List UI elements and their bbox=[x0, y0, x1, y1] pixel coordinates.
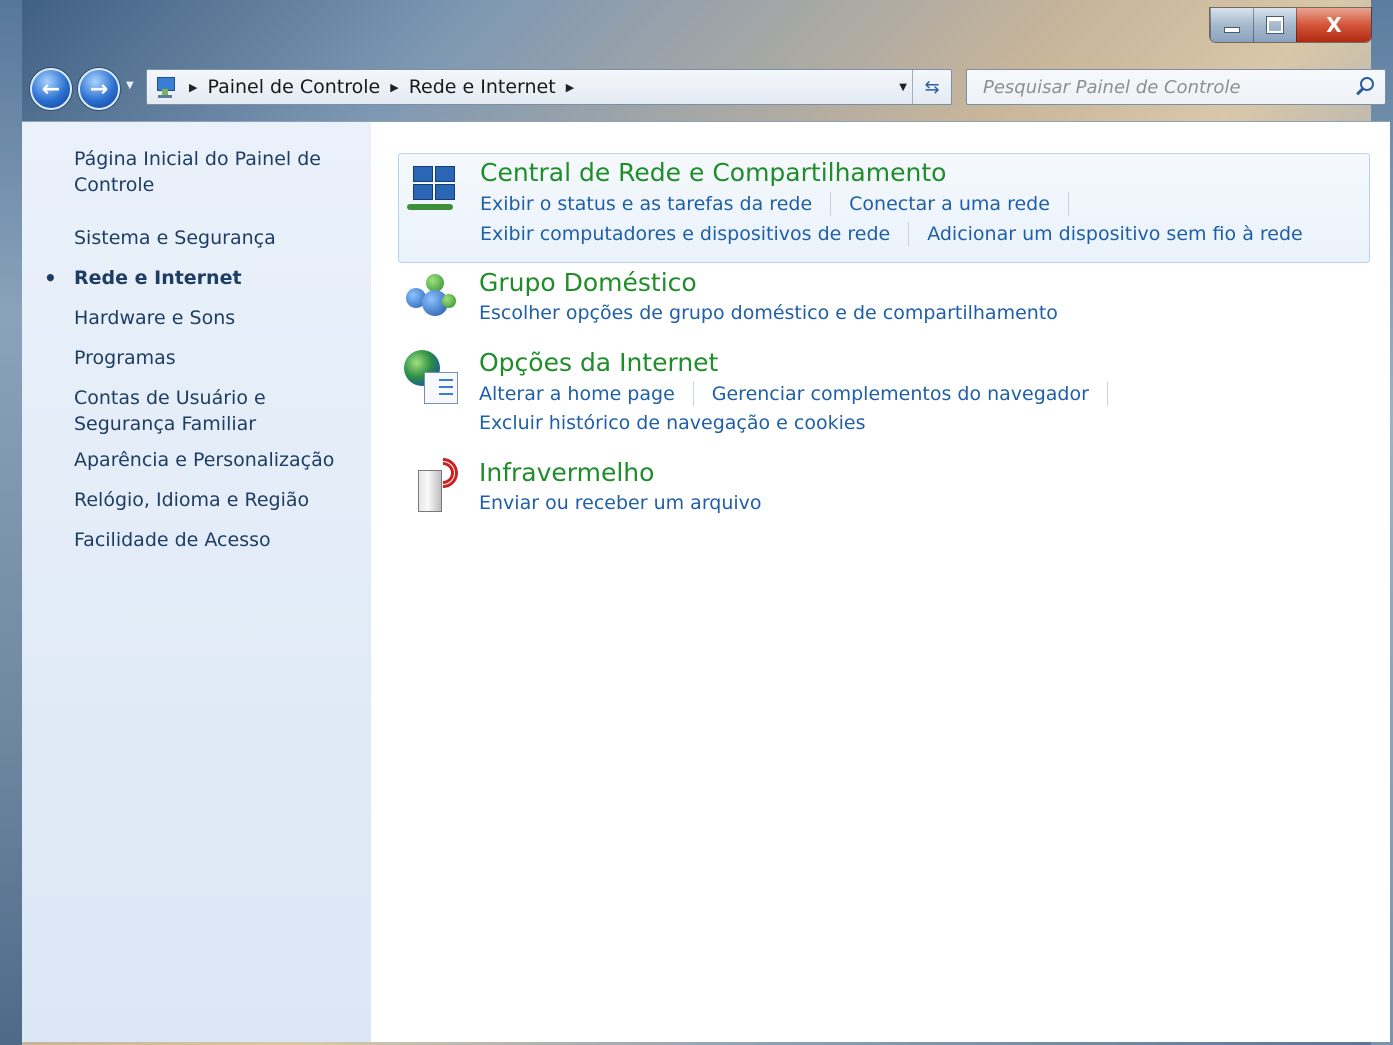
maximize-button[interactable] bbox=[1253, 8, 1296, 42]
sidebar-item-sistema-e-seguranca[interactable]: Sistema e Segurança bbox=[74, 225, 364, 251]
link-escolher-opcoes-grupo[interactable]: Escolher opções de grupo doméstico e de … bbox=[479, 302, 1058, 324]
link-row: Enviar ou receber um arquivo bbox=[479, 492, 762, 514]
arrow-left-icon: ← bbox=[41, 76, 61, 102]
sidebar-item-label: Rede e Internet bbox=[74, 267, 242, 289]
breadcrumb-rede-e-internet[interactable]: Rede e Internet bbox=[409, 76, 556, 98]
sidebar-item-relogio-idioma-regiao[interactable]: Relógio, Idioma e Região bbox=[74, 487, 364, 513]
link-divider bbox=[830, 192, 832, 216]
close-button[interactable]: X bbox=[1296, 8, 1371, 42]
category-opcoes-da-internet: Opções da Internet Alterar a home page G… bbox=[398, 344, 1370, 444]
content-area: Página Inicial do Painel de Controle Sis… bbox=[22, 121, 1390, 1042]
sidebar-item-pagina-inicial[interactable]: Página Inicial do Painel de Controle bbox=[74, 146, 364, 198]
link-excluir-historico[interactable]: Excluir histórico de navegação e cookies bbox=[479, 412, 865, 434]
link-row: Alterar a home page Gerenciar complement… bbox=[479, 382, 1126, 406]
active-bullet-icon: • bbox=[44, 266, 57, 290]
link-row: Exibir computadores e dispositivos de re… bbox=[480, 222, 1303, 246]
address-dropdown-icon[interactable]: ▼ bbox=[899, 82, 907, 93]
category-title[interactable]: Grupo Doméstico bbox=[479, 268, 697, 297]
infrared-icon[interactable] bbox=[404, 451, 465, 516]
recent-pages-dropdown[interactable]: ▼ bbox=[126, 80, 134, 91]
breadcrumb-painel-de-controle[interactable]: Painel de Controle bbox=[207, 76, 380, 98]
window-border-left bbox=[0, 0, 22, 1045]
window-frame: X ← → ▼ ▶ Painel de Controle ▶ Rede e In… bbox=[0, 0, 1393, 1045]
search-icon[interactable] bbox=[1353, 76, 1375, 98]
sidebar-item-hardware-e-sons[interactable]: Hardware e Sons bbox=[74, 305, 364, 331]
sidebar-item-aparencia[interactable]: Aparência e Personalização bbox=[74, 447, 364, 473]
sidebar: Página Inicial do Painel de Controle Sis… bbox=[22, 122, 371, 1042]
maximize-icon bbox=[1267, 17, 1283, 33]
link-row: Exibir o status e as tarefas da rede Con… bbox=[480, 192, 1087, 216]
link-adicionar-dispositivo-sem-fio[interactable]: Adicionar um dispositivo sem fio à rede bbox=[927, 223, 1303, 245]
link-divider bbox=[908, 222, 910, 246]
link-alterar-home-page[interactable]: Alterar a home page bbox=[479, 383, 675, 405]
category-infravermelho: Infravermelho Enviar ou receber um arqui… bbox=[398, 451, 1370, 524]
minimize-button[interactable] bbox=[1210, 8, 1253, 42]
link-conectar-rede[interactable]: Conectar a uma rede bbox=[849, 193, 1050, 215]
link-exibir-computadores[interactable]: Exibir computadores e dispositivos de re… bbox=[480, 223, 890, 245]
main-panel: Central de Rede e Compartilhamento Exibi… bbox=[371, 122, 1390, 1042]
control-panel-icon bbox=[155, 75, 179, 99]
sidebar-item-rede-e-internet: • Rede e Internet bbox=[44, 265, 364, 291]
internet-options-icon[interactable] bbox=[404, 350, 460, 406]
link-divider bbox=[1067, 192, 1069, 216]
category-title[interactable]: Opções da Internet bbox=[479, 348, 718, 377]
link-gerenciar-complementos[interactable]: Gerenciar complementos do navegador bbox=[712, 383, 1089, 405]
close-icon: X bbox=[1326, 13, 1342, 37]
network-computers-icon[interactable] bbox=[405, 160, 461, 216]
sidebar-item-facilidade-de-acesso[interactable]: Facilidade de Acesso bbox=[74, 527, 364, 553]
link-enviar-receber-arquivo[interactable]: Enviar ou receber um arquivo bbox=[479, 492, 762, 514]
link-divider bbox=[692, 382, 694, 406]
breadcrumb-arrow-icon[interactable]: ▶ bbox=[566, 81, 574, 94]
refresh-button[interactable]: ⇆ bbox=[912, 70, 951, 104]
link-row: Escolher opções de grupo doméstico e de … bbox=[479, 302, 1058, 324]
caption-buttons: X bbox=[1210, 8, 1371, 42]
link-divider bbox=[1106, 382, 1108, 406]
minimize-icon bbox=[1225, 28, 1239, 32]
category-central-de-rede: Central de Rede e Compartilhamento Exibi… bbox=[398, 153, 1370, 263]
address-bar[interactable]: ▶ Painel de Controle ▶ Rede e Internet ▶… bbox=[146, 69, 952, 105]
forward-button[interactable]: → bbox=[78, 68, 120, 110]
category-grupo-domestico: Grupo Doméstico Escolher opções de grupo… bbox=[398, 264, 1370, 334]
arrow-right-icon: → bbox=[89, 76, 109, 102]
breadcrumb-arrow-icon[interactable]: ▶ bbox=[390, 81, 398, 94]
link-row: Excluir histórico de navegação e cookies bbox=[479, 412, 865, 434]
sidebar-item-programas[interactable]: Programas bbox=[74, 345, 364, 371]
chevron-down-icon: ▼ bbox=[126, 80, 134, 91]
search-box bbox=[966, 69, 1386, 105]
breadcrumb-arrow-icon[interactable]: ▶ bbox=[189, 81, 197, 94]
category-title[interactable]: Infravermelho bbox=[479, 458, 654, 487]
back-button[interactable]: ← bbox=[30, 68, 72, 110]
homegroup-icon[interactable] bbox=[404, 270, 460, 326]
link-exibir-status[interactable]: Exibir o status e as tarefas da rede bbox=[480, 193, 812, 215]
refresh-icon: ⇆ bbox=[924, 76, 940, 98]
category-title[interactable]: Central de Rede e Compartilhamento bbox=[480, 158, 946, 187]
search-input[interactable] bbox=[981, 75, 1353, 99]
sidebar-item-contas-de-usuario[interactable]: Contas de Usuário e Segurança Familiar bbox=[74, 385, 364, 437]
